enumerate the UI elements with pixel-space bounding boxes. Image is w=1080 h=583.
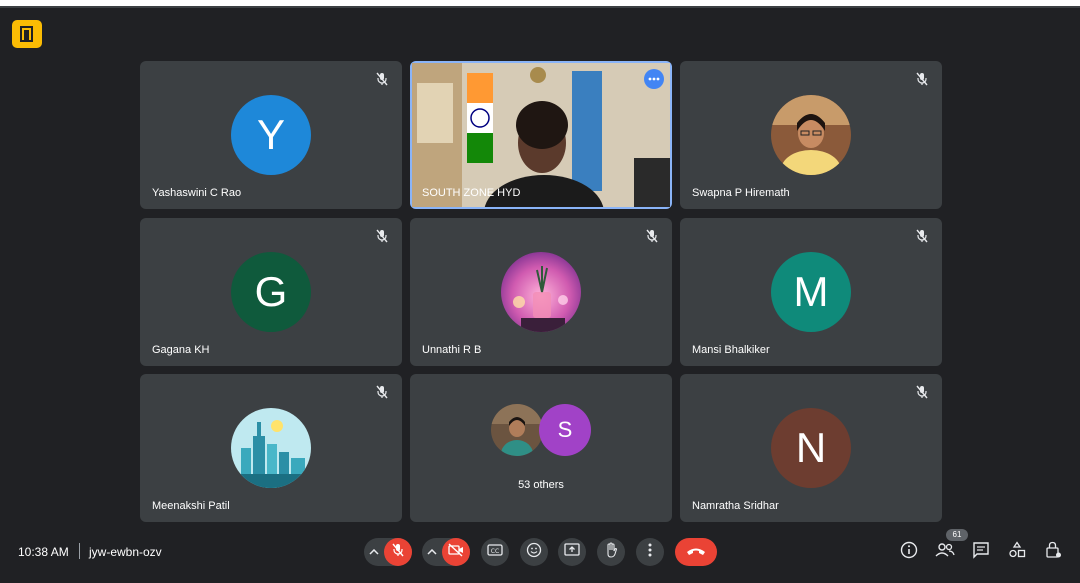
camera-control-group xyxy=(422,538,470,566)
others-avatars: S xyxy=(410,404,672,456)
divider xyxy=(79,543,80,559)
participant-name: Yashaswini C Rao xyxy=(152,187,242,199)
more-options-button[interactable] xyxy=(644,69,664,89)
mic-toggle-button[interactable] xyxy=(384,538,412,566)
leave-call-button[interactable] xyxy=(675,538,717,566)
camera-off-icon xyxy=(448,542,464,562)
svg-text:CC: CC xyxy=(491,548,499,555)
participant-name: Meenakshi Patil xyxy=(152,500,230,512)
mic-off-icon xyxy=(644,228,660,244)
top-strip-edge xyxy=(0,6,1080,8)
participant-tile[interactable]: Unnathi R B xyxy=(410,218,672,366)
mic-off-icon xyxy=(914,71,930,87)
people-count-badge: 61 xyxy=(946,529,968,541)
participant-tile[interactable]: Swapna P Hiremath xyxy=(680,61,942,209)
participant-tile[interactable]: Y Yashaswini C Rao xyxy=(140,61,402,209)
mic-off-icon xyxy=(374,228,390,244)
present-screen-icon xyxy=(564,542,580,562)
chat-button[interactable] xyxy=(970,541,992,563)
participant-name: Mansi Bhalkiker xyxy=(692,344,770,356)
avatar: Y xyxy=(231,95,311,175)
emoji-icon xyxy=(526,542,542,563)
participant-tile[interactable]: N Namratha Sridhar xyxy=(680,374,942,522)
chat-icon xyxy=(972,541,990,564)
participant-tile[interactable]: Meenakshi Patil xyxy=(140,374,402,522)
avatar: S xyxy=(539,404,591,456)
avatar: N xyxy=(771,408,851,488)
participant-tile[interactable]: M Mansi Bhalkiker xyxy=(680,218,942,366)
meeting-info-button[interactable] xyxy=(898,541,920,563)
participant-tile[interactable]: G Gagana KH xyxy=(140,218,402,366)
lock-person-icon xyxy=(1044,541,1062,564)
raise-hand-icon xyxy=(604,541,618,563)
participant-tile-active[interactable]: SOUTH ZONE HYD xyxy=(410,61,672,209)
participant-name: Swapna P Hiremath xyxy=(692,187,790,199)
others-tile[interactable]: S 53 others xyxy=(410,374,672,522)
avatar-photo xyxy=(491,404,543,456)
avatar-photo xyxy=(231,408,311,488)
more-options-button[interactable] xyxy=(636,538,664,566)
avatar-photo xyxy=(771,95,851,175)
captions-icon: CC xyxy=(487,543,503,561)
mic-off-icon xyxy=(374,384,390,400)
info-icon xyxy=(900,541,918,564)
participant-name: Gagana KH xyxy=(152,344,210,356)
present-button[interactable] xyxy=(558,538,586,566)
meeting-code: jyw-ewbn-ozv xyxy=(89,545,162,559)
avatar: M xyxy=(771,252,851,332)
activities-icon xyxy=(1008,540,1026,564)
people-icon xyxy=(935,542,955,563)
host-controls-button[interactable] xyxy=(1042,541,1064,563)
call-end-icon xyxy=(686,543,706,561)
meeting-time: 10:38 AM xyxy=(18,545,69,559)
chevron-up-icon[interactable] xyxy=(364,538,384,566)
mic-off-icon xyxy=(914,228,930,244)
avatar-photo xyxy=(501,252,581,332)
people-button[interactable] xyxy=(934,541,956,563)
camera-toggle-button[interactable] xyxy=(442,538,470,566)
others-count: 53 others xyxy=(518,479,564,491)
more-vert-icon xyxy=(648,543,652,562)
raise-hand-button[interactable] xyxy=(597,538,625,566)
mic-off-icon xyxy=(914,384,930,400)
mic-control-group xyxy=(364,538,412,566)
participant-name: Unnathi R B xyxy=(422,344,482,356)
avatar: G xyxy=(231,252,311,332)
mic-off-icon xyxy=(374,71,390,87)
participant-name: SOUTH ZONE HYD xyxy=(422,187,521,199)
bottom-bar: 10:38 AM jyw-ewbn-ozv CC 61 xyxy=(0,524,1080,583)
emoji-button[interactable] xyxy=(520,538,548,566)
captions-button[interactable]: CC xyxy=(481,538,509,566)
exit-door-icon[interactable] xyxy=(12,20,42,48)
mic-off-icon xyxy=(391,543,405,562)
participant-name: Namratha Sridhar xyxy=(692,500,779,512)
activities-button[interactable] xyxy=(1006,540,1028,564)
participant-video xyxy=(412,63,670,209)
chevron-up-icon[interactable] xyxy=(422,538,442,566)
